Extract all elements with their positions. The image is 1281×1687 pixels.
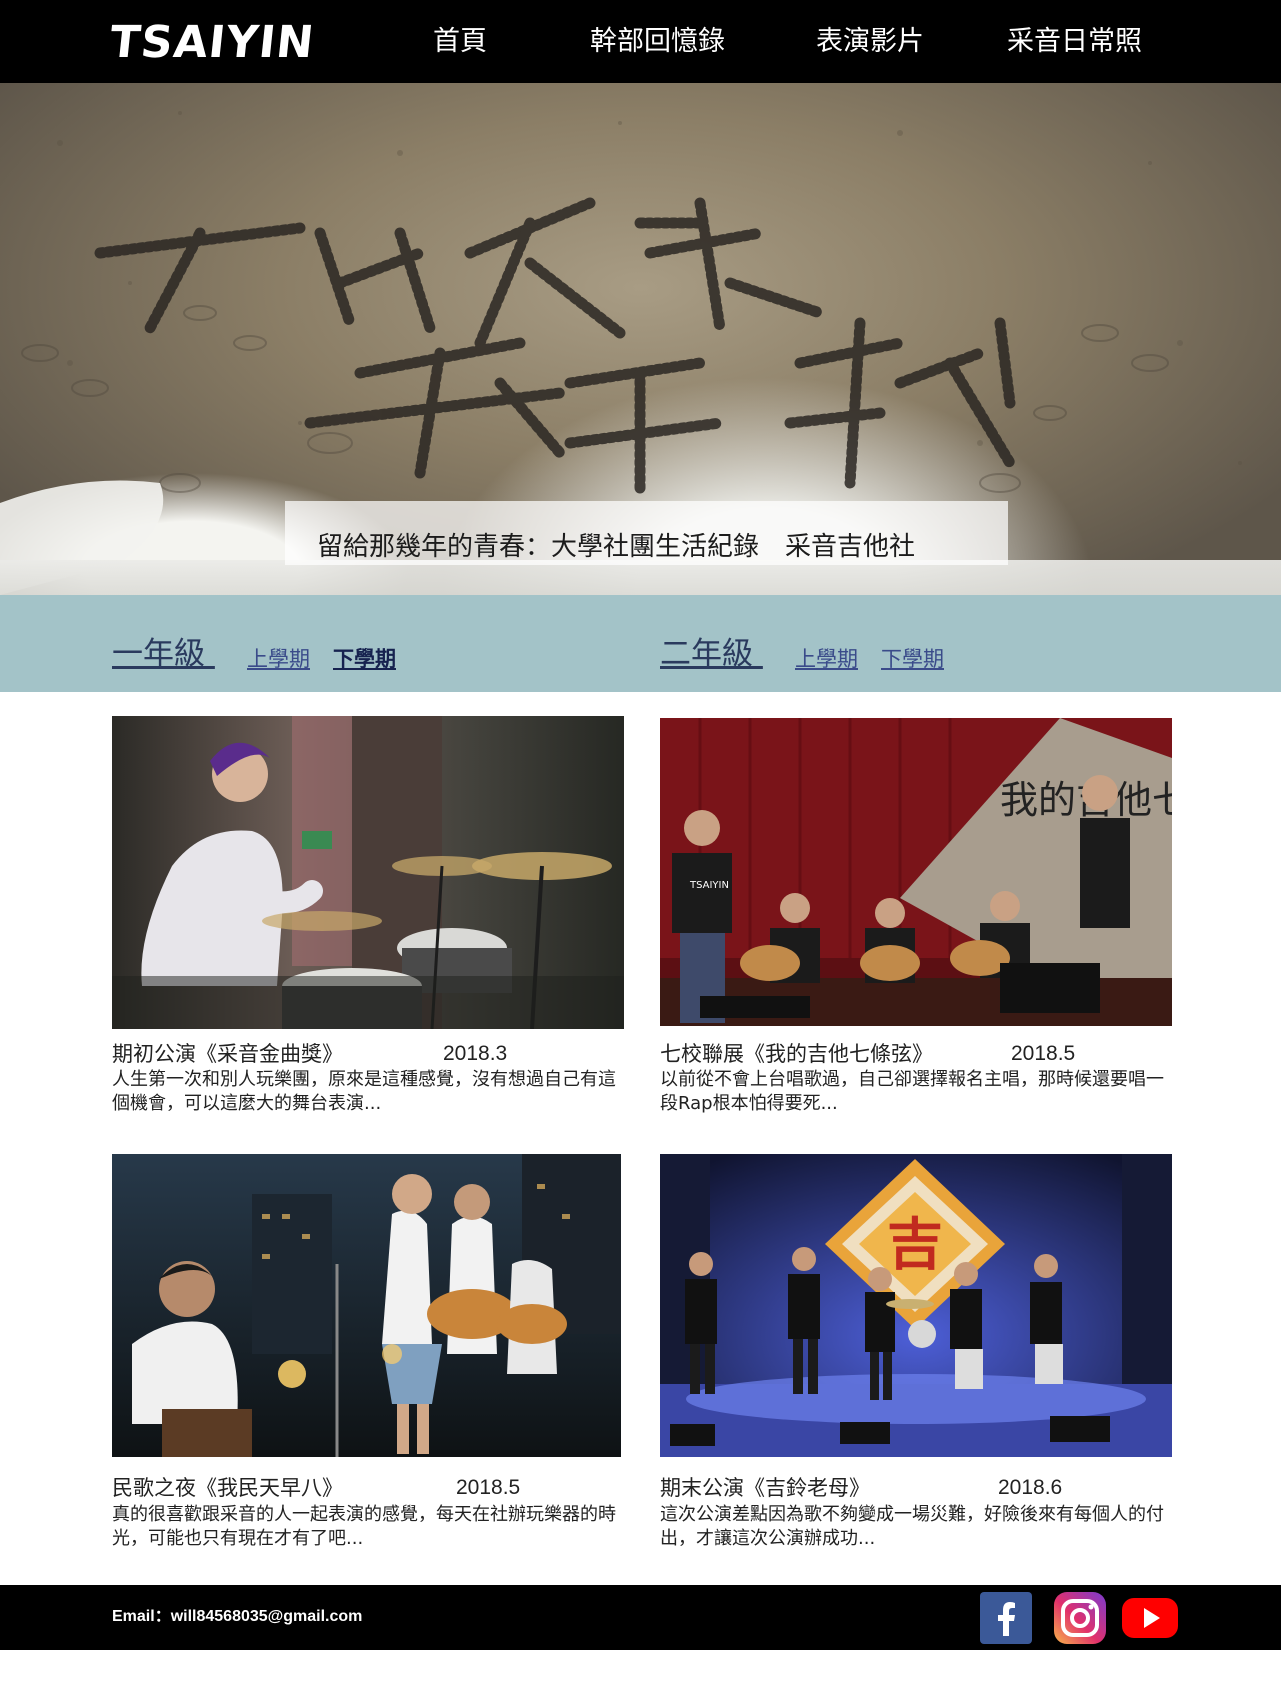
nav-home[interactable]: 首頁 [433,24,487,60]
card-date: 2018.5 [1011,1042,1076,1065]
tab-grade-1[interactable]: 一年級 [112,636,215,672]
hero-caption: 留給那幾年的青春：大學社團生活紀錄 采音吉他社 [317,532,916,562]
card2-shirt-text: TSAIYIN [689,880,729,891]
tab-grade1-second-term[interactable]: 下學期 [333,646,396,672]
card-title[interactable]: 民歌之夜《我民天早八》 [112,1474,343,1502]
contact-email[interactable]: Email：will84568035@gmail.com [112,1605,362,1629]
tab-grade2-first-term[interactable]: 上學期 [795,646,858,672]
nav-officer-memoirs[interactable]: 幹部回憶錄 [590,24,725,60]
top-navbar: TSAIYIN 首頁 幹部回憶錄 表演影片 采音日常照 [0,0,1281,83]
card-description: 人生第一次和別人玩樂團，原來是這種感覺，沒有想過自己有這個機會，可以這麼大的舞台… [112,1069,616,1114]
youtube-icon[interactable] [1122,1592,1178,1644]
nav-daily-photos[interactable]: 采音日常照 [1007,24,1142,60]
card4-banner-text: 吉 [887,1212,943,1278]
instagram-icon[interactable] [1054,1592,1106,1644]
tab-grade1-first-term[interactable]: 上學期 [247,646,310,672]
card-photo-folk-night[interactable] [112,1154,621,1457]
card-title[interactable]: 七校聯展《我的吉他七條弦》 [660,1040,933,1068]
card-photo-final-concert[interactable]: 吉 [660,1154,1172,1457]
hero-foam-strip [0,560,1281,595]
tab-grade-2[interactable]: 二年級 [660,636,763,672]
card-title[interactable]: 期末公演《吉鈴老母》 [660,1474,870,1502]
facebook-icon[interactable] [980,1592,1032,1644]
card-title[interactable]: 期初公演《采音金曲獎》 [112,1040,343,1068]
nav-performance-videos[interactable]: 表演影片 [816,24,924,60]
site-logo[interactable]: TSAIYIN [107,17,317,68]
card-date: 2018.3 [443,1042,508,1065]
card-photo-seven-schools[interactable]: 我的吉他七條弦展 TSAIYIN [660,718,1172,1026]
tab-grade2-second-term[interactable]: 下學期 [881,646,944,672]
card-date: 2018.6 [998,1476,1063,1499]
card-photo-drummer[interactable] [112,716,624,1029]
card-description: 真的很喜歡跟采音的人一起表演的感覺，每天在社辦玩樂器的時光，可能也只有現在才有了… [112,1504,616,1549]
card-date: 2018.5 [456,1476,521,1499]
card-description: 以前從不會上台唱歌過，自己卻選擇報名主唱，那時候還要唱一段Rap根本怕得要死..… [660,1069,1164,1114]
card-description: 這次公演差點因為歌不夠變成一場災難，好險後來有每個人的付出，才讓這次公演辦成功.… [660,1504,1164,1549]
